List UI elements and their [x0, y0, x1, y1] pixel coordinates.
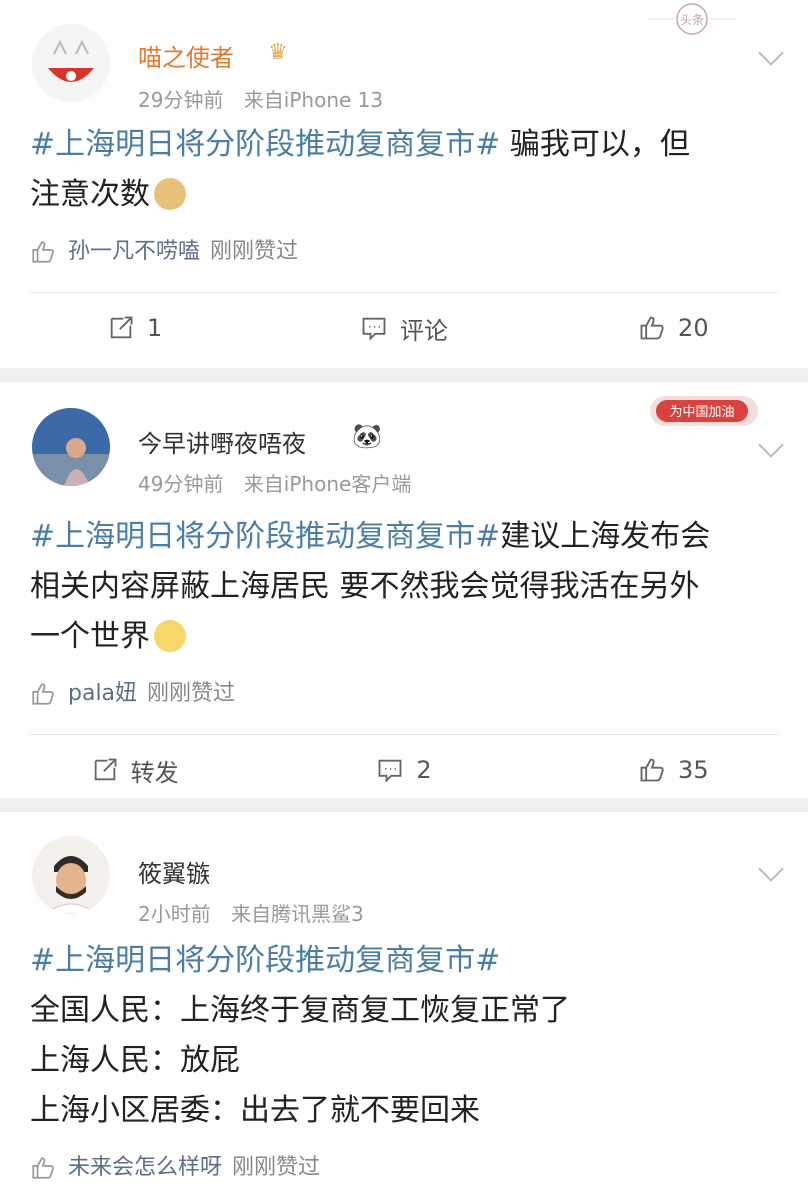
post-header: 筱翼镞 2小时前 来自腾讯黑鲨3	[0, 812, 808, 926]
post-content: #上海明日将分阶段推动复商复市# 全国人民：上海终于复商复工恢复正常了 上海人民…	[0, 936, 808, 1136]
thumb-up-icon	[32, 683, 54, 705]
cheer-badge: 为中国加油	[648, 390, 760, 430]
chevron-down-icon[interactable]	[758, 432, 784, 458]
repost-icon	[94, 758, 117, 781]
comment-label: 评论	[399, 316, 448, 345]
stamp-badge: 头条	[646, 2, 738, 36]
username[interactable]: 今早讲嘢夜唔夜	[138, 424, 306, 459]
post-source: 来自iPhone客户端	[243, 472, 412, 496]
like-count: 20	[678, 314, 709, 342]
smile-emoji-icon	[154, 620, 186, 652]
repost-count: 1	[147, 314, 163, 342]
post-content: #上海明日将分阶段推动复商复市#建议上海发布会 相关内容屏蔽上海居民 要不然我会…	[0, 512, 808, 662]
post-text: 建议上海发布会	[500, 519, 711, 554]
post-text: 上海小区居委：出去了就不要回来	[30, 1093, 480, 1128]
post-text: 全国人民：上海终于复商复工恢复正常了	[30, 993, 570, 1028]
thumb-up-icon	[32, 1157, 54, 1179]
vip-crown-icon: ♛	[268, 40, 288, 65]
post-header: 今早讲嘢夜唔夜 🐼 49分钟前 来自iPhone客户端 为中国加油	[0, 382, 808, 496]
post-card: 今早讲嘢夜唔夜 🐼 49分钟前 来自iPhone客户端 为中国加油 #上海明日将…	[0, 382, 808, 798]
comment-icon	[378, 759, 402, 783]
topic-link[interactable]: #上海明日将分阶段推动复商复市#	[30, 519, 500, 554]
liked-user[interactable]: pala妞	[68, 672, 137, 716]
liked-user[interactable]: 孙一凡不唠嗑	[68, 230, 200, 274]
comment-icon	[362, 317, 386, 341]
svg-text:为中国加油: 为中国加油	[669, 405, 734, 420]
section-gap	[0, 368, 808, 382]
avatar[interactable]	[32, 836, 110, 914]
thumb-up-icon	[640, 316, 664, 340]
like-button[interactable]: 35	[539, 756, 808, 784]
post-source: 来自腾讯黑鲨3	[231, 902, 364, 926]
topic-link[interactable]: #上海明日将分阶段推动复商复市#	[30, 943, 500, 978]
repost-button[interactable]: 转发	[0, 753, 269, 788]
liked-row: pala妞 刚刚赞过	[0, 672, 808, 716]
like-count: 35	[678, 756, 709, 784]
action-bar: 转发 2 35	[0, 735, 808, 805]
thumb-up-icon	[32, 241, 54, 263]
panda-emoji-icon: 🐼	[352, 422, 382, 450]
comment-button[interactable]: 2	[269, 756, 538, 784]
post-source: 来自iPhone 13	[243, 88, 384, 112]
post-time: 49分钟前	[138, 472, 224, 496]
post-text: 注意次数	[30, 177, 150, 212]
liked-suffix: 刚刚赞过	[147, 681, 236, 706]
comment-count: 2	[416, 756, 432, 784]
like-button[interactable]: 20	[539, 314, 808, 342]
chevron-down-icon[interactable]	[758, 856, 784, 882]
svg-text:头条: 头条	[680, 13, 704, 27]
liked-suffix: 刚刚赞过	[232, 1155, 321, 1180]
post-text: 一个世界	[30, 619, 150, 654]
post-time: 29分钟前	[138, 88, 224, 112]
post-header: 喵之使者 ♛ 29分钟前 来自iPhone 13 头条	[0, 0, 808, 112]
post-content: #上海明日将分阶段推动复商复市# 骗我可以，但 注意次数	[0, 120, 808, 220]
post-time: 2小时前	[138, 902, 211, 926]
avatar[interactable]	[32, 24, 110, 102]
post-text: 相关内容屏蔽上海居民 要不然我会觉得我活在另外	[30, 569, 700, 604]
repost-button[interactable]: 1	[0, 314, 269, 342]
post-meta: 2小时前 来自腾讯黑鲨3	[138, 898, 378, 927]
repost-icon	[110, 316, 133, 339]
doge-emoji-icon	[154, 178, 186, 210]
post-meta: 49分钟前 来自iPhone客户端	[138, 468, 425, 497]
repost-label: 转发	[130, 758, 179, 787]
comment-button[interactable]: 评论	[269, 311, 538, 346]
thumb-up-icon	[640, 758, 664, 782]
avatar[interactable]	[32, 408, 110, 486]
username[interactable]: 筱翼镞	[138, 854, 210, 889]
post-card: 筱翼镞 2小时前 来自腾讯黑鲨3 #上海明日将分阶段推动复商复市# 全国人民：上…	[0, 812, 808, 1200]
post-card: 喵之使者 ♛ 29分钟前 来自iPhone 13 头条 #上海明日将分阶段推动复…	[0, 0, 808, 368]
chevron-down-icon[interactable]	[758, 40, 784, 66]
liked-row: 未来会怎么样呀 刚刚赞过	[0, 1146, 808, 1190]
topic-link[interactable]: #上海明日将分阶段推动复商复市#	[30, 127, 500, 162]
liked-row: 孙一凡不唠嗑 刚刚赞过	[0, 230, 808, 274]
post-text: 骗我可以，但	[500, 127, 690, 162]
username[interactable]: 喵之使者	[138, 38, 234, 73]
liked-suffix: 刚刚赞过	[210, 239, 299, 264]
post-meta: 29分钟前 来自iPhone 13	[138, 84, 397, 113]
liked-user[interactable]: 未来会怎么样呀	[68, 1146, 222, 1190]
action-bar: 1 评论 20	[0, 293, 808, 363]
post-text: 上海人民：放屁	[30, 1043, 240, 1078]
